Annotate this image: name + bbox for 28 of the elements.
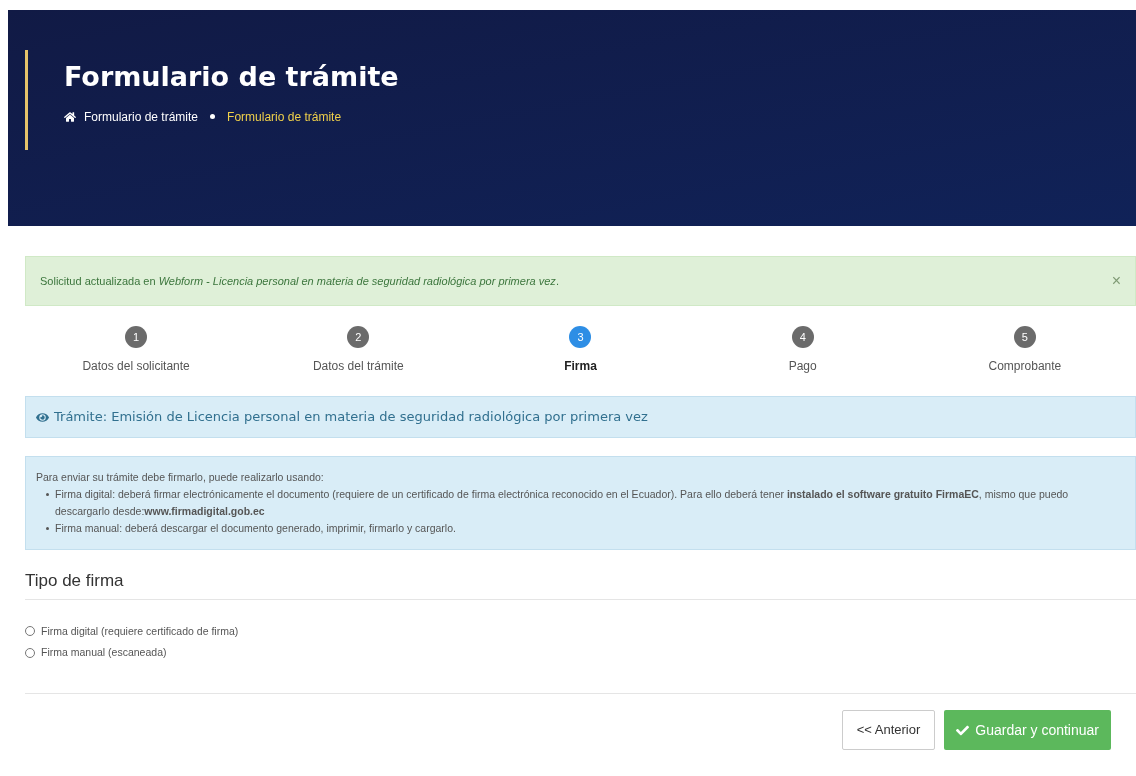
bullet-icon (46, 527, 49, 530)
alert-message: Solicitud actualizada en Webform - Licencia personal en materia de seguridad radiológica por primera vez. (40, 273, 559, 289)
procedure-title: Trámite: Emisión de Licencia personal en materia de seguridad radiológica por primera vez (54, 408, 648, 427)
section-heading: Tipo de firma (25, 570, 125, 592)
radio-label: Firma manual (escaneada) (41, 645, 167, 661)
eye-icon (36, 410, 49, 424)
step-number[interactable]: 1 (125, 326, 148, 348)
step-label: Comprobante (988, 358, 1062, 375)
check-icon (956, 723, 970, 737)
info-intro: Para enviar su trámite debe firmarlo, puede realizarlo usando: (36, 470, 325, 485)
step-number[interactable]: 2 (347, 326, 370, 348)
info-item: Firma digital: deberá firmar electrónicamente el documento (requiere de un certificado de firma electrónica reconocido en el Ecuador). Para ello deberá tener instalado el software gratuito FirmaEC, mismo que puedo descargarlo desde:www.firmadigital.gob.ec (55, 487, 1070, 519)
step-number[interactable]: 5 (1013, 326, 1036, 348)
page-title: Formulario de trámite (64, 60, 400, 94)
bullet-icon (46, 493, 49, 496)
breadcrumb-separator-icon (210, 114, 216, 120)
step-label: Datos del trámite (312, 358, 404, 375)
breadcrumb-link[interactable]: Formulario de trámite (227, 107, 342, 126)
radio-label: Firma digital (requiere certificado de firma) (41, 623, 239, 639)
back-button[interactable]: << Anterior (841, 710, 936, 750)
step-number[interactable]: 4 (791, 326, 814, 348)
step-number[interactable]: 3 (569, 326, 592, 348)
info-item: Firma manual: deberá descargar el documento generado, imprimir, firmarlo y cargarlo. (55, 521, 456, 536)
step-label: Datos del solicitante (82, 358, 190, 375)
step-label: Pago (788, 358, 817, 375)
step-label: Firma (564, 358, 597, 375)
breadcrumb-link[interactable]: Formulario de trámite (84, 107, 199, 126)
home-icon (64, 110, 76, 123)
